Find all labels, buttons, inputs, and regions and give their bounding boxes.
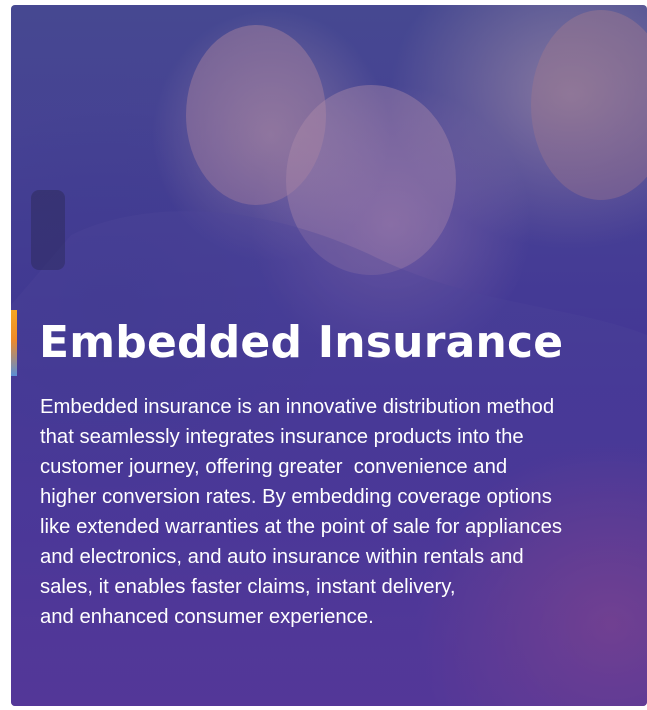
hero-card: Embedded Insurance Embedded insurance is… xyxy=(11,5,647,706)
description-line: customer journey, offering greater conve… xyxy=(40,456,508,478)
description-line: like extended warranties at the point of… xyxy=(40,516,562,538)
description-line: that seamlessly integrates insurance pro… xyxy=(40,426,524,448)
description-line: Embedded insurance is an innovative dist… xyxy=(40,396,555,418)
description-line: sales, it enables faster claims, instant… xyxy=(40,576,456,598)
title-accent-bar xyxy=(11,310,17,376)
description-line: higher conversion rates. By embedding co… xyxy=(40,486,552,508)
description-text: Embedded insurance is an innovative dist… xyxy=(40,392,644,632)
description-line: and enhanced consumer experience. xyxy=(40,606,374,628)
description-line: and electronics, and auto insurance with… xyxy=(40,546,524,568)
page-title: Embedded Insurance xyxy=(39,317,564,368)
